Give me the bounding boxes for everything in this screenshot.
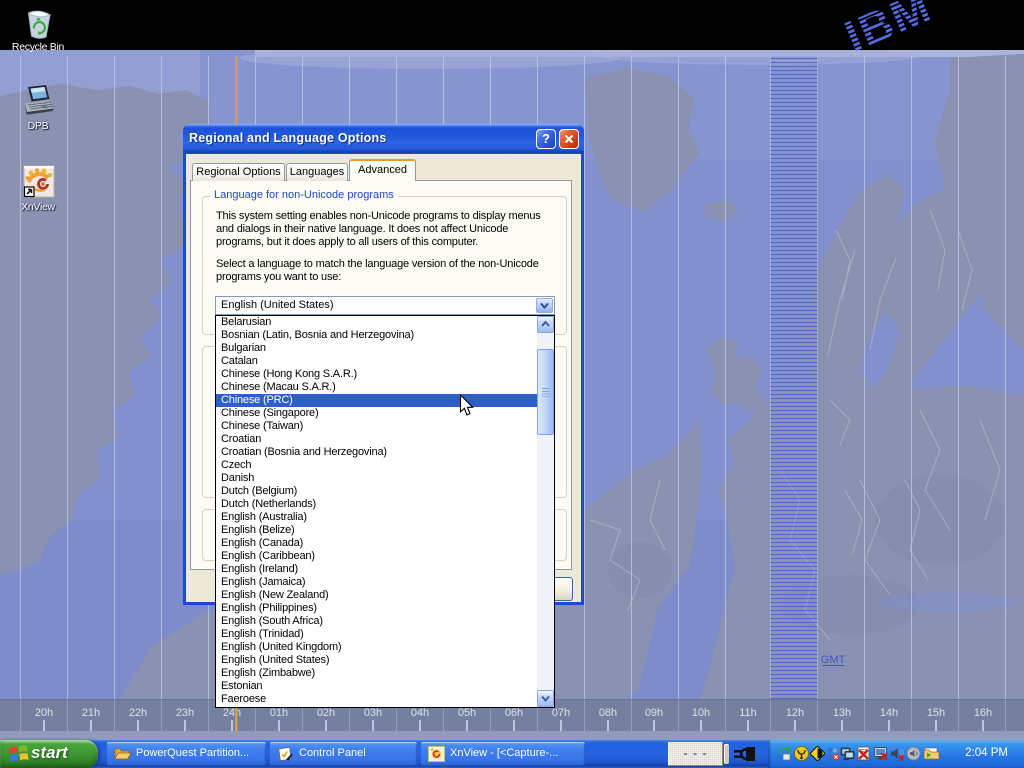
svg-text:04h: 04h (411, 707, 429, 719)
svg-text:14h: 14h (880, 707, 898, 719)
svg-text:09h: 09h (645, 707, 663, 719)
svg-text:01h: 01h (270, 707, 288, 719)
svg-text:07h: 07h (552, 707, 570, 719)
svg-text:10h: 10h (692, 707, 710, 719)
svg-text:02h: 02h (317, 707, 335, 719)
svg-text:15h: 15h (927, 707, 945, 719)
svg-text:13h: 13h (833, 707, 851, 719)
svg-text:05h: 05h (458, 707, 476, 719)
svg-text:21h: 21h (82, 707, 100, 719)
svg-text:IBM: IBM (838, 0, 939, 62)
svg-text:08h: 08h (599, 707, 617, 719)
svg-text:16h: 16h (974, 707, 992, 719)
svg-text:12h: 12h (786, 707, 804, 719)
svg-text:20h: 20h (35, 707, 53, 719)
svg-text:06h: 06h (505, 707, 523, 719)
svg-text:GMT: GMT (821, 654, 846, 666)
svg-text:11h: 11h (739, 707, 757, 719)
svg-text:23h: 23h (176, 707, 194, 719)
svg-text:24h: 24h (223, 707, 241, 719)
svg-text:03h: 03h (364, 707, 382, 719)
svg-text:22h: 22h (129, 707, 147, 719)
